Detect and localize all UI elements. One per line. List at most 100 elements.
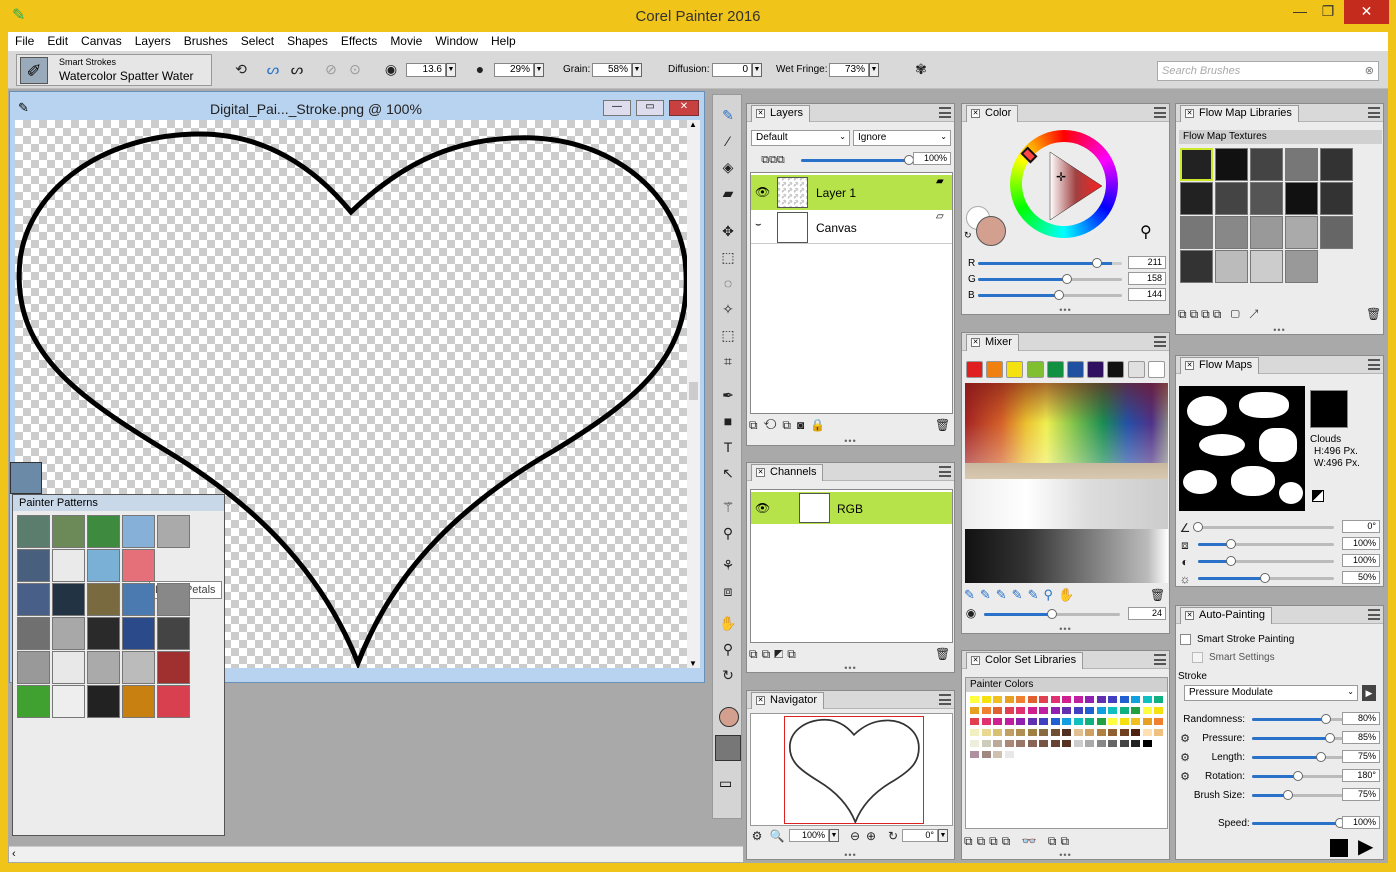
- speed-slider[interactable]: [1252, 818, 1345, 828]
- color-set-swatch[interactable]: [1004, 751, 1014, 758]
- pattern-tile[interactable]: [17, 685, 50, 718]
- paper-swatch[interactable]: [715, 735, 741, 761]
- close-icon[interactable]: ✕: [971, 656, 980, 665]
- param-slider[interactable]: [1252, 733, 1344, 743]
- color-crosshair[interactable]: ✛: [1056, 170, 1066, 184]
- color-set-swatch[interactable]: [1085, 718, 1094, 725]
- brush-selector[interactable]: ✐ Smart Strokes Watercolor Spatter Water: [16, 54, 212, 86]
- slider-knob[interactable]: [1316, 752, 1326, 762]
- flow-map-preview[interactable]: [1179, 386, 1305, 511]
- composite-depth-select[interactable]: Ignore ⌄: [853, 130, 951, 146]
- param-value-field[interactable]: 80%: [1342, 712, 1380, 725]
- flow-map-texture-tile[interactable]: [1285, 148, 1318, 181]
- color-set-swatch[interactable]: [993, 729, 1002, 736]
- mirror-icon[interactable]: ⚚: [719, 499, 737, 515]
- color-set-swatch[interactable]: [993, 751, 1002, 758]
- r-slider[interactable]: [978, 258, 1122, 268]
- eye-closed-icon[interactable]: ⌣: [755, 219, 762, 230]
- color-set-swatch[interactable]: [970, 707, 979, 714]
- mixer-color-swatch[interactable]: [966, 361, 983, 378]
- mixer-color-swatch[interactable]: [1107, 361, 1125, 378]
- menu-layers[interactable]: Layers: [128, 32, 177, 50]
- zoom-field[interactable]: 100%: [789, 829, 829, 842]
- rotation-field[interactable]: 0°: [902, 829, 938, 842]
- color-set-swatch[interactable]: [1119, 707, 1129, 714]
- menu-effects[interactable]: Effects: [334, 32, 383, 50]
- color-set-swatch[interactable]: [1073, 729, 1083, 736]
- close-icon[interactable]: ✕: [1185, 109, 1194, 118]
- mixer-brush-size-field[interactable]: 24: [1128, 607, 1166, 620]
- zoom-icon[interactable]: 🔍: [769, 828, 785, 844]
- scroll-down-icon[interactable]: ▼: [689, 659, 697, 668]
- flow-map-slider[interactable]: [1198, 556, 1334, 566]
- color-set-swatch[interactable]: [1004, 696, 1014, 703]
- mixer-tab[interactable]: ✕ Mixer: [966, 334, 1019, 351]
- mixer-pad[interactable]: [965, 383, 1168, 583]
- flow-map-value-field[interactable]: 0°: [1342, 520, 1380, 533]
- color-set-swatch[interactable]: [1004, 740, 1014, 747]
- mixer-color-swatch[interactable]: [1026, 361, 1044, 378]
- color-set-swatch[interactable]: [1096, 707, 1106, 714]
- pattern-tile[interactable]: [17, 651, 50, 684]
- param-value-field[interactable]: 85%: [1342, 731, 1380, 744]
- flow-map-texture-tile[interactable]: [1215, 250, 1248, 283]
- color-set-swatch[interactable]: [1004, 729, 1014, 736]
- color-set-swatch[interactable]: [1004, 707, 1014, 714]
- hue-ring[interactable]: ✛: [1010, 130, 1118, 238]
- color-set-swatch[interactable]: [1073, 696, 1083, 703]
- slider-knob[interactable]: [1193, 522, 1203, 532]
- mixer-color-swatch[interactable]: [1046, 361, 1064, 378]
- color-set-swatch[interactable]: [1016, 740, 1025, 747]
- flow-map-value-field[interactable]: 50%: [1342, 571, 1380, 584]
- color-set-swatch[interactable]: [1016, 729, 1025, 736]
- b-field[interactable]: 144: [1128, 288, 1166, 301]
- flow-map-texture-tile[interactable]: [1285, 216, 1318, 249]
- shape-selection-icon[interactable]: ↖: [719, 465, 737, 481]
- navigator-preview[interactable]: [750, 713, 953, 826]
- panel-menu-icon[interactable]: [939, 694, 951, 705]
- crop-icon[interactable]: ⌗: [719, 353, 737, 369]
- menu-help[interactable]: Help: [484, 32, 522, 50]
- panel-menu-icon[interactable]: [1154, 654, 1166, 665]
- color-set-swatch[interactable]: [1085, 740, 1094, 747]
- color-set-swatch[interactable]: [993, 740, 1002, 747]
- color-set-swatch[interactable]: [981, 751, 991, 758]
- scroll-up-icon[interactable]: ▲: [689, 120, 697, 129]
- color-set-swatch[interactable]: [1016, 696, 1025, 703]
- rectangle-shape-icon[interactable]: ■: [719, 413, 737, 429]
- clear-mixer-icon[interactable]: 🗑: [1150, 587, 1165, 603]
- color-set-swatch[interactable]: [981, 696, 991, 703]
- color-set-swatch[interactable]: [1039, 696, 1048, 703]
- cloner-icon[interactable]: ⚘: [719, 557, 737, 573]
- layer-commands-icons[interactable]: ⧉⟲⧉◙🔒: [749, 417, 859, 433]
- color-set-swatch[interactable]: [1108, 707, 1117, 714]
- color-set-swatch[interactable]: [1096, 729, 1106, 736]
- color-set-swatch[interactable]: [1050, 740, 1060, 747]
- channels-tab[interactable]: ✕ Channels: [751, 464, 824, 481]
- flow-map-texture-tile[interactable]: [1180, 148, 1213, 181]
- pattern-tile[interactable]: [17, 549, 50, 582]
- color-set-swatch[interactable]: [1131, 740, 1140, 747]
- color-set-swatch[interactable]: [993, 718, 1002, 725]
- maximize-button[interactable]: ❐: [1316, 0, 1340, 24]
- transform-icon[interactable]: ✥: [719, 223, 737, 239]
- color-set-swatch[interactable]: [1027, 707, 1037, 714]
- color-set-swatch[interactable]: [1073, 718, 1083, 725]
- mixer-color-swatch[interactable]: [986, 361, 1004, 378]
- main-color-swatch[interactable]: [976, 216, 1006, 246]
- rotate-icon[interactable]: ↻: [885, 828, 901, 844]
- color-set-swatch[interactable]: [1027, 696, 1037, 703]
- pattern-tile[interactable]: [157, 583, 190, 616]
- flow-map-texture-tile[interactable]: [1285, 182, 1318, 215]
- pattern-tile[interactable]: [52, 515, 85, 548]
- pen-icon[interactable]: ✒: [719, 387, 737, 403]
- color-set-swatch[interactable]: [1085, 729, 1094, 736]
- color-set-swatch[interactable]: [1062, 696, 1071, 703]
- param-slider[interactable]: [1252, 752, 1344, 762]
- rotate-page-icon[interactable]: ↻: [719, 667, 737, 683]
- color-set-commands-icons[interactable]: ⧉⧉⧉⧉ 👓 ⧉⧉: [964, 833, 1164, 849]
- color-set-swatch[interactable]: [1154, 718, 1163, 725]
- color-set-swatch[interactable]: [1142, 729, 1152, 736]
- mixer-color-swatch[interactable]: [1127, 361, 1145, 378]
- menu-file[interactable]: File: [8, 32, 40, 50]
